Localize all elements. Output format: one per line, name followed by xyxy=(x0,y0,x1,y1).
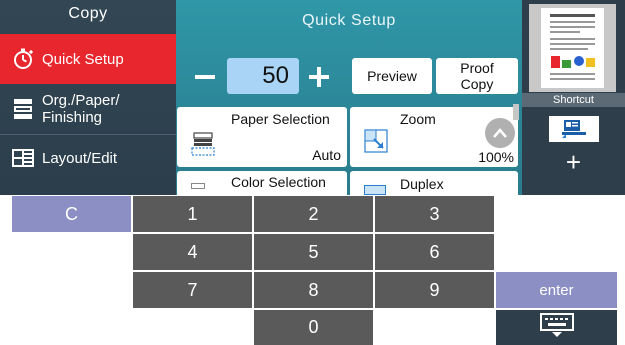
enter-label: enter xyxy=(539,281,574,299)
document-stack-icon xyxy=(10,96,36,122)
layout-grid-icon xyxy=(10,145,36,171)
stopwatch-icon xyxy=(10,46,36,72)
proof-copy-label: Proof Copy xyxy=(460,60,494,92)
page-title: Quick Setup xyxy=(302,12,396,29)
shortcut-header: Shortcut xyxy=(522,93,625,107)
key-7[interactable]: 7 xyxy=(133,272,252,308)
key-label: 3 xyxy=(429,203,440,224)
zoom-icon xyxy=(364,129,390,160)
shortcut-label: Shortcut xyxy=(553,94,594,106)
key-label: 8 xyxy=(308,279,319,300)
key-0[interactable]: 0 xyxy=(254,310,373,345)
card-title: Color Selection xyxy=(231,174,326,190)
copies-input[interactable]: 50 xyxy=(227,58,299,94)
sidebar-divider xyxy=(0,134,176,135)
plus-icon: + xyxy=(565,147,582,177)
enter-button[interactable]: enter xyxy=(496,272,617,308)
document-preview-thumbnail[interactable] xyxy=(529,4,616,92)
card-title: Duplex xyxy=(400,176,444,192)
key-9[interactable]: 9 xyxy=(375,272,494,308)
card-value: 100% xyxy=(478,149,514,165)
sidebar-item-org-paper-finishing[interactable]: Org./Paper/ Finishing xyxy=(0,86,176,132)
copies-value: 50 xyxy=(262,62,289,89)
sidebar-item-layout-edit[interactable]: Layout/Edit xyxy=(0,136,176,180)
sidebar-item-label: Layout/Edit xyxy=(42,149,118,167)
key-label: 0 xyxy=(308,317,319,337)
key-label: 7 xyxy=(187,279,198,300)
proof-copy-button[interactable]: Proof Copy xyxy=(436,58,518,94)
card-title: Paper Selection xyxy=(231,111,330,127)
key-label: 5 xyxy=(308,241,319,262)
duplex-card[interactable]: Duplex xyxy=(350,171,518,195)
key-label: 1 xyxy=(187,203,198,224)
key-8[interactable]: 8 xyxy=(254,272,373,308)
key-label: 6 xyxy=(429,241,440,262)
card-title: Zoom xyxy=(400,111,436,127)
key-6[interactable]: 6 xyxy=(375,234,494,270)
app-title: Copy xyxy=(68,5,108,22)
keyboard-toggle-button[interactable] xyxy=(496,310,617,345)
key-5[interactable]: 5 xyxy=(254,234,373,270)
keyboard-icon xyxy=(539,312,575,343)
key-2[interactable]: 2 xyxy=(254,196,373,232)
add-shortcut-button[interactable]: + xyxy=(522,148,625,180)
clear-label: C xyxy=(65,203,78,224)
increment-button[interactable] xyxy=(304,62,334,92)
sidebar-item-label: Quick Setup xyxy=(42,50,124,68)
duplex-icon xyxy=(364,185,386,195)
key-4[interactable]: 4 xyxy=(133,234,252,270)
shortcut-icon xyxy=(549,116,599,147)
scrollbar[interactable] xyxy=(513,104,519,120)
key-label: 4 xyxy=(187,241,198,262)
paper-selection-card[interactable]: Paper Selection Auto xyxy=(177,107,347,167)
key-label: 9 xyxy=(429,279,440,300)
key-3[interactable]: 3 xyxy=(375,196,494,232)
preview-label: Preview xyxy=(367,68,417,84)
card-value: Auto xyxy=(312,147,341,163)
paper-tray-icon xyxy=(191,131,217,162)
decrement-button[interactable] xyxy=(190,62,220,92)
color-selection-card[interactable]: Color Selection xyxy=(177,171,347,195)
key-1[interactable]: 1 xyxy=(133,196,252,232)
shortcut-button[interactable] xyxy=(522,110,625,144)
preview-button[interactable]: Preview xyxy=(352,58,432,94)
chevron-up-icon xyxy=(492,126,508,144)
clear-button[interactable]: C xyxy=(12,196,131,232)
sidebar-item-quick-setup[interactable]: Quick Setup xyxy=(0,34,176,84)
key-label: 2 xyxy=(308,203,319,224)
scroll-up-button[interactable] xyxy=(485,118,515,148)
minus-icon xyxy=(195,75,215,79)
color-icon xyxy=(191,183,205,189)
sidebar-item-label: Org./Paper/ Finishing xyxy=(42,92,120,126)
